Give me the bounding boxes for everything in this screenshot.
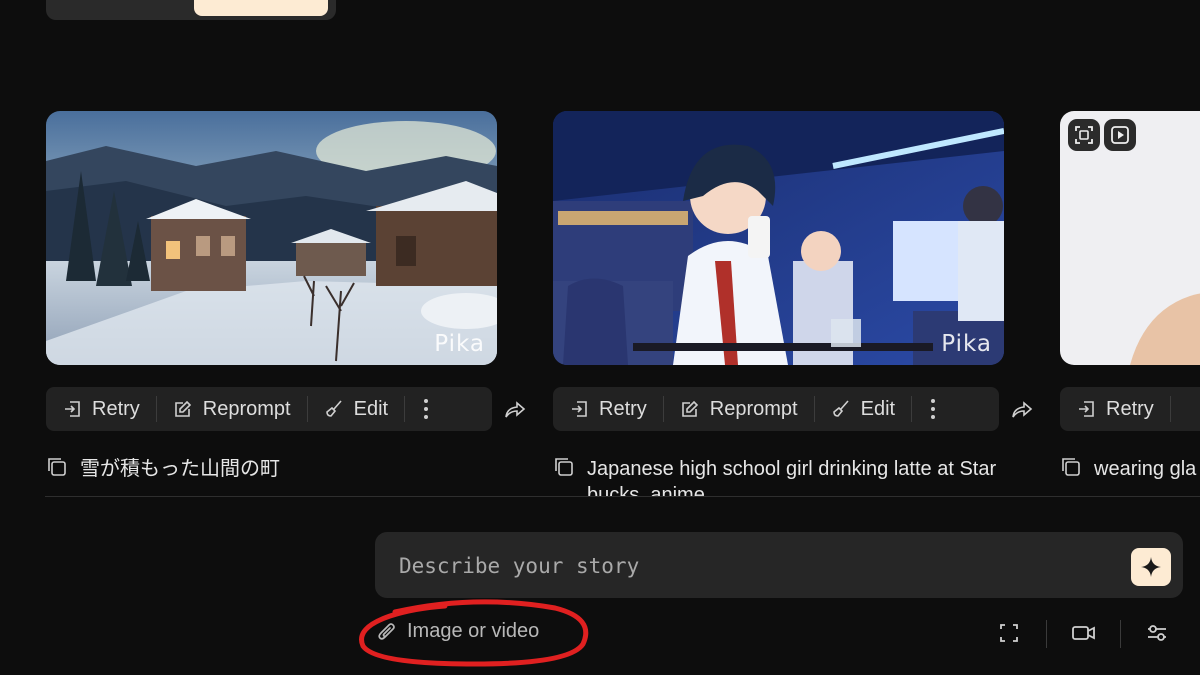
video-card-3[interactable] [1060, 111, 1200, 365]
video-card-1[interactable]: Pika [46, 111, 497, 365]
card-1-prompt: 雪が積もった山間の町 [46, 456, 500, 496]
retry-label: Retry [599, 397, 647, 420]
aspect-ratio-button[interactable] [998, 622, 1020, 649]
story-composer [375, 532, 1183, 598]
video-thumbnail-snowy-town [46, 111, 497, 365]
mode-toggle-active[interactable] [194, 0, 328, 16]
edit-button[interactable]: Edit [815, 387, 911, 431]
edit-label: Edit [860, 397, 896, 420]
fullscreen-capture-button[interactable] [1068, 119, 1100, 151]
reprompt-button[interactable]: Reprompt [157, 387, 307, 431]
section-divider [45, 496, 1200, 497]
retry-label: Retry [92, 397, 140, 420]
edit-square-icon [681, 400, 698, 417]
sliders-icon [1148, 625, 1166, 641]
more-options-button[interactable] [912, 387, 954, 431]
video-card-2[interactable]: Pika [553, 111, 1004, 365]
copy-icon[interactable] [46, 456, 68, 478]
mode-toggle[interactable] [46, 0, 336, 20]
generate-button[interactable] [1131, 548, 1171, 586]
retry-button[interactable]: Retry [1060, 387, 1170, 431]
retry-button[interactable]: Retry [553, 387, 663, 431]
prompt-text: 雪が積もった山間の町 [80, 458, 280, 480]
pika-watermark: Pika [434, 331, 485, 357]
attach-label: Image or video [407, 620, 540, 642]
settings-button[interactable] [1146, 622, 1168, 649]
play-icon [1111, 126, 1129, 144]
brush-icon [325, 400, 342, 417]
card-2-actions: Retry Reprompt Edit [553, 387, 999, 431]
reprompt-label: Reprompt [709, 397, 798, 420]
video-mode-button[interactable] [1071, 622, 1097, 649]
prompt-text: wearing gla [1094, 458, 1197, 480]
share-button[interactable] [1010, 398, 1034, 427]
control-divider [1120, 620, 1121, 648]
story-input[interactable] [397, 550, 1101, 582]
share-arrow-icon [505, 401, 526, 418]
attach-media-button[interactable]: Image or video [376, 620, 539, 643]
brush-icon [832, 400, 849, 417]
retry-button[interactable]: Retry [46, 387, 156, 431]
sparkle-icon [1141, 557, 1161, 577]
screen-capture-icon [1075, 126, 1093, 144]
pika-watermark: Pika [941, 331, 992, 357]
more-vertical-icon [931, 399, 936, 419]
reprompt-button[interactable]: Reprompt [664, 387, 814, 431]
retry-label: Retry [1106, 397, 1154, 420]
share-button[interactable] [503, 398, 527, 427]
frame-icon [1000, 624, 1018, 642]
more-options-button[interactable] [405, 387, 447, 431]
video-thumbnail-anime-cafe [553, 111, 1004, 365]
reprompt-label: Reprompt [202, 397, 291, 420]
edit-button[interactable]: Edit [308, 387, 404, 431]
copy-icon[interactable] [553, 456, 575, 478]
play-preview-button[interactable] [1104, 119, 1136, 151]
more-vertical-icon [424, 399, 429, 419]
card-2-prompt: Japanese high school girl drinking latte… [553, 456, 1007, 496]
paperclip-icon [378, 622, 395, 640]
card-3-actions: Retry [1060, 387, 1200, 431]
video-camera-icon [1072, 626, 1095, 640]
prompt-text: Japanese high school girl drinking latte… [587, 458, 997, 496]
retry-icon [572, 401, 587, 417]
toolbar-divider [1169, 396, 1171, 422]
edit-square-icon [174, 400, 191, 417]
card-1-actions: Retry Reprompt Edit [46, 387, 492, 431]
control-divider [1046, 620, 1047, 648]
copy-icon[interactable] [1060, 456, 1082, 478]
share-arrow-icon [1012, 401, 1033, 418]
retry-icon [1079, 401, 1094, 417]
retry-icon [65, 401, 80, 417]
edit-label: Edit [353, 397, 389, 420]
card-3-prompt: wearing gla [1060, 456, 1200, 496]
